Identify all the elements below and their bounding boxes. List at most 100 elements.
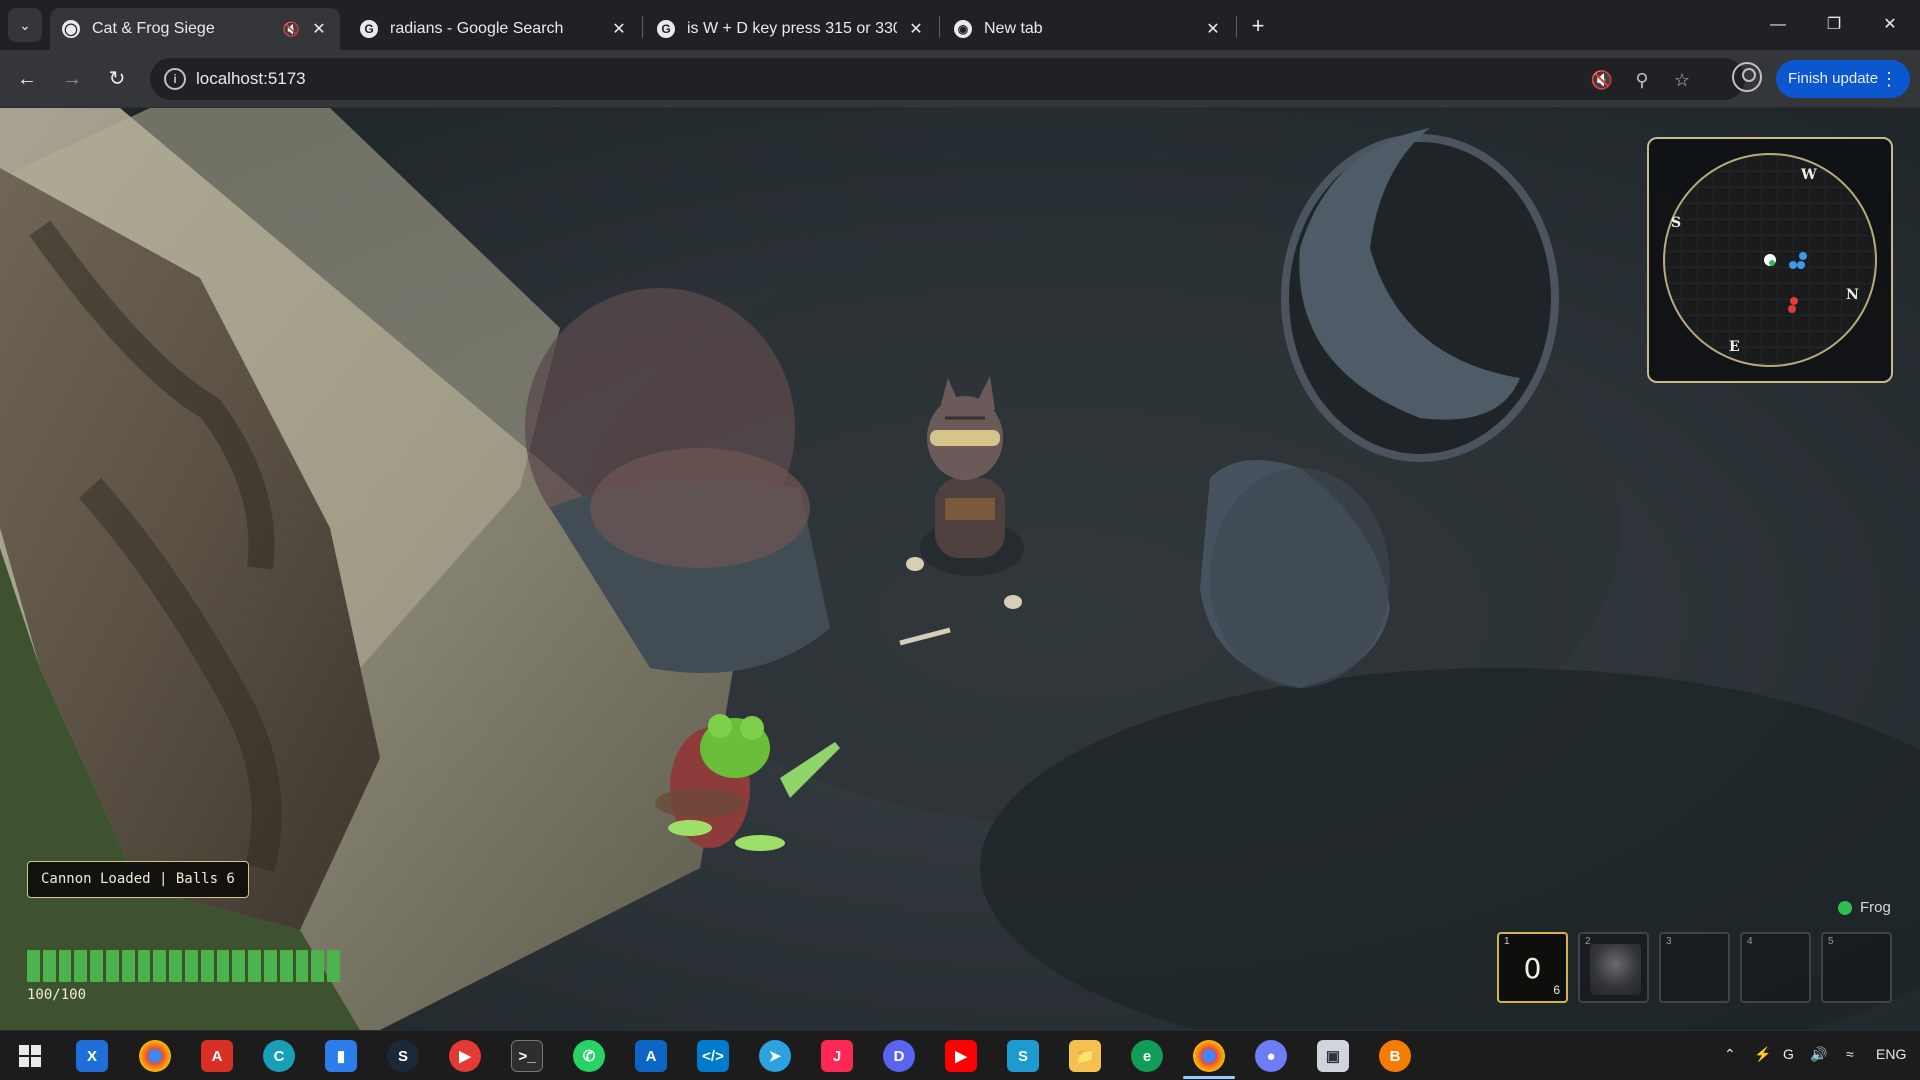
site-info-icon[interactable]: i [164, 68, 186, 90]
muted-audio-icon[interactable]: 🔇 [1590, 68, 1614, 92]
forward-arrow-icon[interactable]: → [55, 62, 89, 96]
media-player-icon[interactable]: ▶ [449, 1040, 481, 1072]
slot-value: 0 [1523, 952, 1542, 985]
google-icon: G [360, 20, 378, 38]
tab-search-button[interactable]: ⌄ [8, 8, 42, 42]
close-icon[interactable]: ✕ [310, 19, 328, 39]
compass-w: W [1801, 167, 1817, 183]
tray-volume-icon[interactable]: 🔊 [1810, 1046, 1827, 1063]
reload-icon[interactable]: ↻ [100, 62, 134, 96]
windows-taskbar: X A C ▮ S ▶ >_ ✆ A </> ➤ J D ▶ S 📁 e ● ▣… [0, 1030, 1920, 1080]
tray-google-icon[interactable]: G [1783, 1046, 1794, 1062]
hotbar-slot-5[interactable]: 5 [1821, 932, 1892, 1003]
health-segment [311, 950, 325, 982]
chevron-down-icon: ⌄ [19, 16, 31, 33]
close-icon[interactable]: ✕ [907, 19, 925, 39]
compass-s: S [1671, 215, 1682, 231]
address-text[interactable]: localhost:5173 [196, 69, 306, 89]
compass-e: E [1729, 339, 1740, 355]
health-segment [184, 950, 198, 982]
game-scene [0, 108, 1920, 1030]
windows-start-icon[interactable] [14, 1040, 46, 1072]
app-s-icon[interactable]: S [1007, 1040, 1039, 1072]
health-segment [248, 950, 261, 982]
health-segment [216, 950, 230, 982]
tab-radians-search[interactable]: G radians - Google Search ✕ [348, 8, 640, 50]
muted-speaker-icon[interactable]: 🔇 [283, 21, 300, 38]
arc-app-icon[interactable]: C [263, 1040, 295, 1072]
tab-cat-frog-siege[interactable]: ◯ Cat & Frog Siege 🔇 ✕ [50, 8, 340, 50]
cannon-status-panel: Cannon Loaded | Balls 6 [27, 861, 249, 898]
slot-number: 4 [1747, 936, 1753, 947]
back-arrow-icon[interactable]: ← [10, 62, 44, 96]
profile-avatar-icon[interactable] [1732, 62, 1762, 92]
more-options-icon[interactable]: ⋮ [1880, 60, 1898, 98]
restore-icon[interactable]: ❐ [1806, 8, 1862, 42]
tab-new-tab[interactable]: ◉ New tab ✕ [942, 8, 1234, 50]
health-segment [105, 950, 119, 982]
google-icon: G [657, 20, 675, 38]
health-segment [169, 950, 182, 982]
tab-title: New tab [984, 20, 1043, 37]
health-segment [74, 950, 88, 982]
close-icon[interactable]: ✕ [1204, 19, 1222, 39]
tray-language-text[interactable]: ENG [1876, 1046, 1906, 1062]
close-icon[interactable]: ✕ [610, 19, 628, 39]
minimap-radar [1663, 153, 1877, 367]
new-tab-plus-icon[interactable]: + [1244, 12, 1272, 40]
active-app-indicator [1183, 1076, 1235, 1079]
youtube-icon[interactable]: ▶ [945, 1040, 977, 1072]
health-segment [27, 950, 40, 982]
finish-update-button[interactable]: Finish update ⋮ [1776, 60, 1910, 98]
player-tag: Frog [1838, 899, 1891, 916]
terminal-icon[interactable]: >_ [511, 1040, 543, 1072]
hotbar-slot-3[interactable]: 3 [1659, 932, 1730, 1003]
chat-app-icon[interactable]: ● [1255, 1040, 1287, 1072]
app-a-icon[interactable]: A [635, 1040, 667, 1072]
tab-divider [642, 16, 643, 38]
slot-number: 1 [1504, 936, 1510, 947]
health-text: 100/100 [27, 987, 87, 1003]
zoom-icon[interactable]: ⚲ [1630, 68, 1654, 92]
vscode-icon[interactable]: </> [697, 1040, 729, 1072]
blender-icon[interactable]: B [1379, 1040, 1411, 1072]
tray-power-icon[interactable]: ⚡ [1754, 1046, 1771, 1063]
player-color-dot [1838, 900, 1852, 915]
image-viewer-icon[interactable]: ▣ [1317, 1040, 1349, 1072]
tab-divider [939, 16, 940, 38]
slot-number: 3 [1666, 936, 1672, 947]
health-segment [121, 950, 135, 982]
file-explorer-icon[interactable]: 📁 [1069, 1040, 1101, 1072]
edge-icon[interactable]: e [1131, 1040, 1163, 1072]
hotbar-slot-2[interactable]: 2 [1578, 932, 1649, 1003]
globe-icon: ◯ [62, 20, 80, 38]
window-close-icon[interactable]: ✕ [1862, 8, 1918, 42]
jetbrains-icon[interactable]: J [821, 1040, 853, 1072]
hotbar-slot-1[interactable]: 1 0 6 [1497, 932, 1568, 1003]
tab-key-press-search[interactable]: G is W + D key press 315 or 330 d ✕ [645, 8, 937, 50]
whatsapp-icon[interactable]: ✆ [573, 1040, 605, 1072]
xcode-like-app-icon[interactable]: X [76, 1040, 108, 1072]
chrome-active-icon[interactable] [1193, 1040, 1225, 1072]
minimap-ally-dot [1789, 261, 1797, 269]
acrobat-icon[interactable]: A [201, 1040, 233, 1072]
health-segment [263, 950, 277, 982]
hotbar: 1 0 6 2 3 4 5 [1497, 932, 1892, 1003]
finish-update-label: Finish update [1788, 70, 1879, 87]
telegram-icon[interactable]: ➤ [759, 1040, 791, 1072]
discord-icon[interactable]: D [883, 1040, 915, 1072]
steam-icon[interactable]: S [387, 1040, 419, 1072]
browser-toolbar: ← → ↻ i localhost:5173 🔇 ⚲ ☆ Finish upda… [0, 50, 1920, 108]
bookmark-star-icon[interactable]: ☆ [1670, 68, 1694, 92]
tab-title: radians - Google Search [390, 20, 564, 37]
tray-wifi-icon[interactable]: ≈ [1846, 1046, 1854, 1062]
health-segment [90, 950, 103, 982]
tray-chevron-up-icon[interactable]: ⌃ [1724, 1046, 1736, 1063]
address-bar[interactable]: i localhost:5173 🔇 ⚲ ☆ [150, 58, 1745, 100]
hotbar-slot-4[interactable]: 4 [1740, 932, 1811, 1003]
notes-app-icon[interactable]: ▮ [325, 1040, 357, 1072]
chrome-icon[interactable] [139, 1040, 171, 1072]
game-canvas[interactable]: Cannon Loaded | Balls 6 100/100 W S N E … [0, 108, 1920, 1030]
minimize-icon[interactable]: — [1750, 8, 1806, 42]
health-bar [27, 950, 340, 982]
